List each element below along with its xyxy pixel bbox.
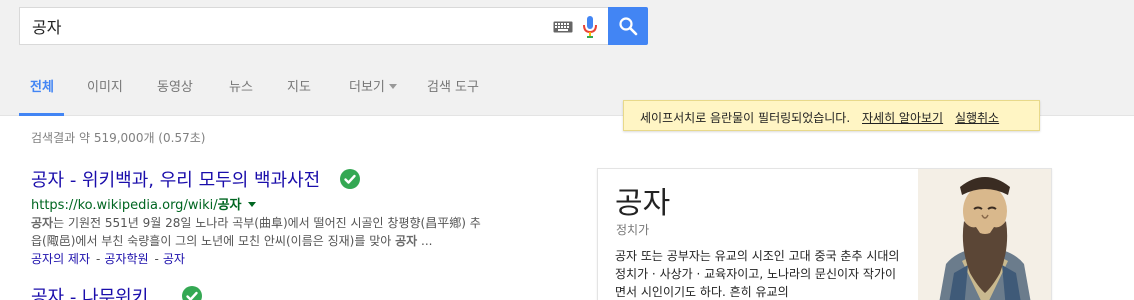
verified-check-icon xyxy=(339,169,360,189)
learn-more-link[interactable]: 자세히 알아보기 xyxy=(862,111,943,125)
result-snippet: 공자는 기원전 551년 9월 28일 노나라 곡부(曲阜)에서 떨어진 시골인… xyxy=(31,214,533,250)
result-title-row: 공자 - 위키백과, 우리 모두의 백과사전 xyxy=(31,166,533,192)
url-options-caret-icon[interactable] xyxy=(247,202,256,207)
active-tab-indicator xyxy=(19,113,64,116)
tab-news[interactable]: 뉴스 xyxy=(229,76,253,95)
safesearch-message: 세이프서치로 음란물이 필터링되었습니다. xyxy=(640,111,851,125)
result-url-prefix: https://ko.wikipedia.org/wiki/ xyxy=(31,198,218,213)
snippet-bold-term-2: 공자 xyxy=(395,234,418,248)
header: 전체 이미지 동영상 뉴스 지도 더보기 검색 도구 xyxy=(0,0,1134,116)
tab-more[interactable]: 더보기 xyxy=(349,76,397,95)
snippet-bold-term: 공자 xyxy=(31,216,54,230)
search-result: 공자 - 위키백과, 우리 모두의 백과사전 https://ko.wikipe… xyxy=(31,166,533,267)
tab-search-tools[interactable]: 검색 도구 xyxy=(427,76,479,95)
snippet-line-1: 는 기원전 551년 9월 28일 노나라 곡부(曲阜)에서 떨어진 시골인 창… xyxy=(53,216,481,230)
result-url-bold: 공자 xyxy=(217,198,242,213)
keyboard-icon[interactable] xyxy=(553,21,573,33)
search-icon xyxy=(619,17,638,36)
knowledge-panel-title: 공자 xyxy=(615,186,671,221)
undo-link[interactable]: 실행취소 xyxy=(955,111,999,125)
confucius-portrait[interactable] xyxy=(918,169,1052,300)
result-url: https://ko.wikipedia.org/wiki/공자 xyxy=(31,194,533,213)
sitelinks: 공자의 제자 - 공자학원 - 공자 xyxy=(31,252,185,266)
sitelink-confucius-institute[interactable]: 공자학원 xyxy=(104,252,148,266)
result-stats: 검색결과 약 519,000개 (0.57초) xyxy=(31,131,206,145)
snippet-ellipsis: ... xyxy=(421,234,433,248)
knowledge-panel-subtitle: 정치가 xyxy=(616,223,650,237)
search-result: 공자 - 나무위키 xyxy=(31,283,203,300)
search-button[interactable] xyxy=(608,7,648,45)
tab-more-label: 더보기 xyxy=(349,80,385,95)
tab-maps[interactable]: 지도 xyxy=(287,76,311,95)
search-input[interactable] xyxy=(32,16,532,36)
sitelink-disciples[interactable]: 공자의 제자 xyxy=(31,252,90,266)
tab-all[interactable]: 전체 xyxy=(30,76,54,95)
result-title-link[interactable]: 공자 - 위키백과, 우리 모두의 백과사전 xyxy=(31,170,320,191)
search-box[interactable] xyxy=(19,7,609,45)
result-title-row: 공자 - 나무위키 xyxy=(31,283,203,300)
knowledge-panel: 공자 정치가 공자 또는 공부자는 유교의 시조인 고대 중국 춘추 시대의 정… xyxy=(597,168,1052,300)
chevron-down-icon xyxy=(388,84,397,89)
tab-videos[interactable]: 동영상 xyxy=(157,76,193,95)
snippet-line-2: 읍(陬邑)에서 부친 숙량흘이 그의 노년에 모친 안씨(이름은 징재)를 맞아 xyxy=(31,234,392,248)
result-title-link[interactable]: 공자 - 나무위키 xyxy=(31,287,148,300)
microphone-icon[interactable] xyxy=(583,16,597,38)
safesearch-notice: 세이프서치로 음란물이 필터링되었습니다. 자세히 알아보기 실행취소 xyxy=(623,100,1040,131)
tab-images[interactable]: 이미지 xyxy=(87,76,123,95)
knowledge-panel-description: 공자 또는 공부자는 유교의 시조인 고대 중국 춘추 시대의 정치가 · 사상… xyxy=(615,249,900,299)
verified-check-icon xyxy=(182,286,203,300)
sitelink-confucius[interactable]: 공자 xyxy=(163,252,185,266)
